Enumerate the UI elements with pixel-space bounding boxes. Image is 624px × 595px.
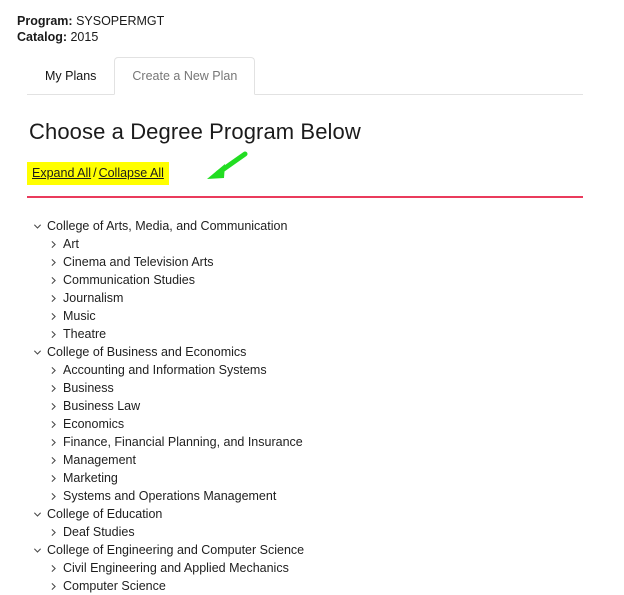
catalog-label: Catalog:	[17, 30, 67, 44]
tree-item-row[interactable]: Theatre	[29, 325, 624, 343]
chevron-right-icon[interactable]	[49, 564, 63, 573]
tree-group-label: College of Engineering and Computer Scie…	[47, 543, 305, 557]
chevron-down-icon[interactable]	[33, 510, 47, 519]
tree-group-label: College of Arts, Media, and Communicatio…	[47, 219, 288, 233]
tree-item-label: Art	[63, 237, 79, 251]
tree-item-row[interactable]: Deaf Studies	[29, 523, 624, 541]
chevron-down-icon[interactable]	[33, 348, 47, 357]
tree-item-row[interactable]: Systems and Operations Management	[29, 487, 624, 505]
tree-item-label: Journalism	[63, 291, 124, 305]
program-label: Program:	[17, 14, 73, 28]
tree-item-row[interactable]: Management	[29, 451, 624, 469]
tree-item-row[interactable]: Communication Studies	[29, 271, 624, 289]
tree-item-row[interactable]: Business	[29, 379, 624, 397]
tree-group-label: College of Education	[47, 507, 163, 521]
chevron-right-icon[interactable]	[49, 420, 63, 429]
tree-item-label: Civil Engineering and Applied Mechanics	[63, 561, 289, 575]
tab-create-a-new-plan-label: Create a New Plan	[132, 69, 238, 83]
tree-item-row[interactable]: Business Law	[29, 397, 624, 415]
tree-item-label: Communication Studies	[63, 273, 196, 287]
tree-group-row[interactable]: College of Business and Economics	[29, 343, 624, 361]
chevron-right-icon[interactable]	[49, 402, 63, 411]
tree-item-row[interactable]: Civil Engineering and Applied Mechanics	[29, 559, 624, 577]
tree-item-row[interactable]: Cinema and Television Arts	[29, 253, 624, 271]
program-header: Program: SYSOPERMGT Catalog: 2015	[0, 0, 624, 45]
tree-item-row[interactable]: Accounting and Information Systems	[29, 361, 624, 379]
tree-group-label: College of Business and Economics	[47, 345, 247, 359]
tree-item-row[interactable]: Finance, Financial Planning, and Insuran…	[29, 433, 624, 451]
tab-create-a-new-plan[interactable]: Create a New Plan	[114, 57, 256, 95]
chevron-right-icon[interactable]	[49, 258, 63, 267]
tree-item-label: Management	[63, 453, 136, 467]
tree-item-label: Finance, Financial Planning, and Insuran…	[63, 435, 303, 449]
link-separator: /	[93, 166, 97, 180]
tree-item-label: Deaf Studies	[63, 525, 135, 539]
chevron-right-icon[interactable]	[49, 582, 63, 591]
tree-item-label: Accounting and Information Systems	[63, 363, 267, 377]
tree-group-row[interactable]: College of Arts, Media, and Communicatio…	[29, 217, 624, 235]
chevron-right-icon[interactable]	[49, 492, 63, 501]
tree-item-label: Computer Science	[63, 579, 166, 593]
page-title: Choose a Degree Program Below	[29, 119, 361, 144]
collapse-all-link[interactable]: Collapse All	[99, 166, 164, 180]
tree-item-label: Economics	[63, 417, 125, 431]
tree-item-label: Business Law	[63, 399, 141, 413]
chevron-right-icon[interactable]	[49, 438, 63, 447]
tab-bar: My Plans Create a New Plan	[0, 57, 624, 95]
chevron-right-icon[interactable]	[49, 528, 63, 537]
chevron-down-icon[interactable]	[33, 222, 47, 231]
chevron-down-icon[interactable]	[33, 546, 47, 555]
chevron-right-icon[interactable]	[49, 276, 63, 285]
chevron-right-icon[interactable]	[49, 384, 63, 393]
chevron-right-icon[interactable]	[49, 456, 63, 465]
tree-item-row[interactable]: Music	[29, 307, 624, 325]
tree-group-row[interactable]: College of Education	[29, 505, 624, 523]
catalog-value: 2015	[70, 30, 99, 44]
tree-item-row[interactable]: Economics	[29, 415, 624, 433]
expand-collapse-controls: Expand All / Collapse All	[27, 162, 169, 185]
tree-item-row[interactable]: Marketing	[29, 469, 624, 487]
tab-bar-underline	[27, 94, 583, 95]
chevron-right-icon[interactable]	[49, 312, 63, 321]
chevron-right-icon[interactable]	[49, 240, 63, 249]
main-panel: Choose a Degree Program Below Expand All…	[0, 119, 624, 595]
program-row: Program: SYSOPERMGT	[17, 13, 624, 29]
chevron-right-icon[interactable]	[49, 294, 63, 303]
tab-my-plans[interactable]: My Plans	[27, 57, 115, 95]
tree-item-label: Business	[63, 381, 114, 395]
tree-item-label: Marketing	[63, 471, 118, 485]
tree-item-row[interactable]: Art	[29, 235, 624, 253]
expand-all-link[interactable]: Expand All	[32, 166, 91, 180]
tree-item-label: Theatre	[63, 327, 107, 341]
tree-item-row[interactable]: Computer Science	[29, 577, 624, 595]
tree-item-label: Cinema and Television Arts	[63, 255, 214, 269]
chevron-right-icon[interactable]	[49, 366, 63, 375]
program-value: SYSOPERMGT	[76, 14, 165, 28]
tree-group-row[interactable]: College of Engineering and Computer Scie…	[29, 541, 624, 559]
tree-item-row[interactable]: Journalism	[29, 289, 624, 307]
tree-item-label: Systems and Operations Management	[63, 489, 277, 503]
catalog-row: Catalog: 2015	[17, 29, 624, 45]
chevron-right-icon[interactable]	[49, 330, 63, 339]
degree-program-tree: College of Arts, Media, and Communicatio…	[29, 217, 624, 595]
tab-my-plans-label: My Plans	[45, 69, 97, 83]
chevron-right-icon[interactable]	[49, 474, 63, 483]
tree-item-label: Music	[63, 309, 96, 323]
section-divider	[27, 196, 583, 198]
